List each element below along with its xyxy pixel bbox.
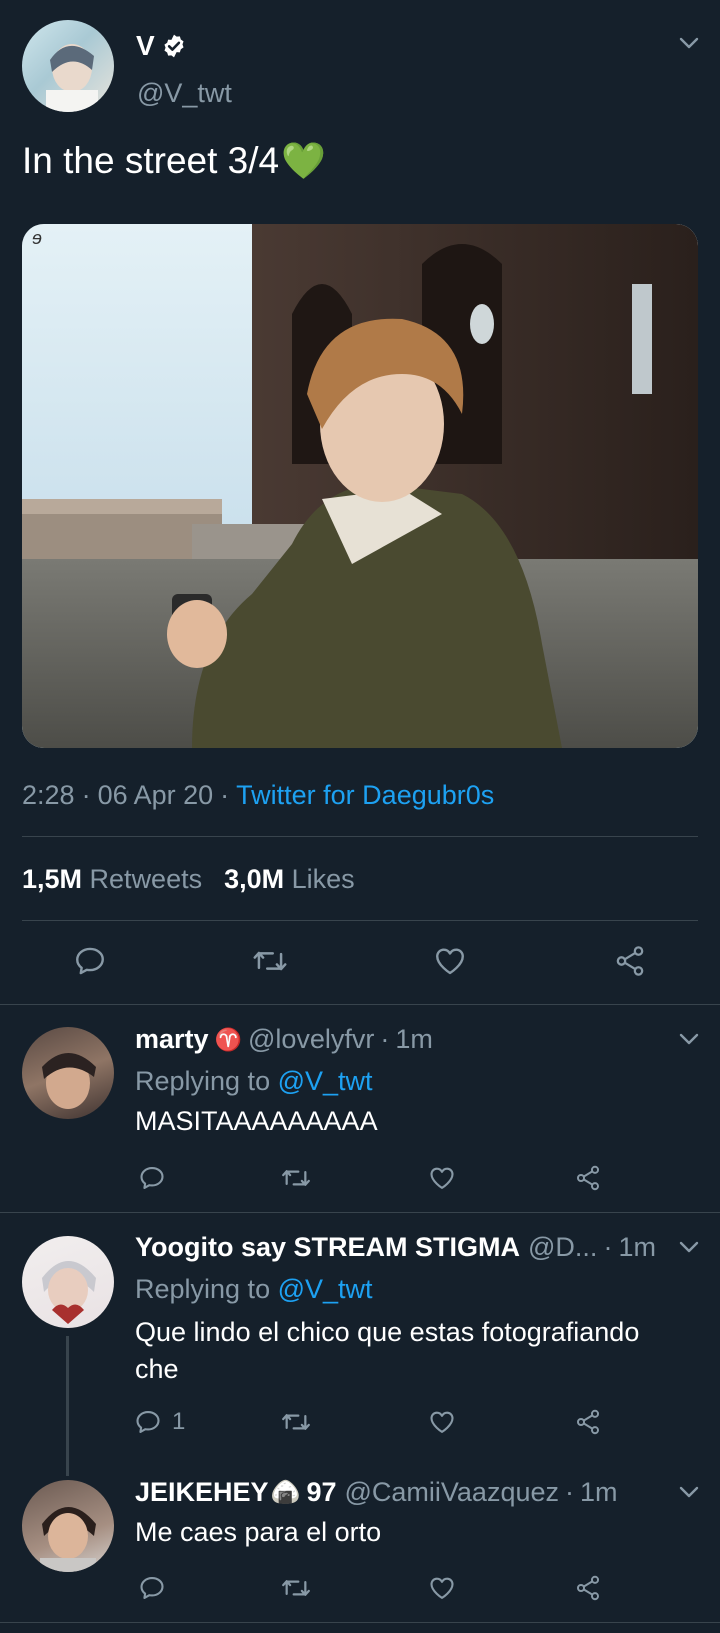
reply-author-name-suffix: 97 (306, 1477, 337, 1507)
reply-author-name[interactable]: Yoogito say STREAM STIGMA (135, 1232, 520, 1263)
tweet-source-link[interactable]: Twitter for Daegubr0s (236, 780, 494, 811)
divider (22, 836, 698, 837)
reply-text: Me caes para el orto (135, 1517, 382, 1547)
avatar[interactable] (22, 1236, 114, 1328)
reply-icon[interactable] (134, 1570, 170, 1606)
reply-button[interactable]: 1 (134, 1404, 185, 1440)
user-handle[interactable]: @V_twt (137, 78, 232, 109)
separator-dot: · (565, 1477, 574, 1507)
retweets-count: 1,5M (22, 864, 83, 894)
likes-stat[interactable]: 3,0M Likes (224, 864, 355, 895)
retweet-icon[interactable] (278, 1570, 314, 1606)
like-heart-icon[interactable] (424, 1404, 460, 1440)
rice-ball-emoji: 🍙 (270, 1479, 301, 1506)
verified-badge-icon (161, 33, 187, 59)
retweet-icon[interactable] (278, 1404, 314, 1440)
divider (0, 1212, 720, 1213)
chevron-down-icon[interactable] (678, 1032, 700, 1046)
tweet-date: 06 Apr 20 (97, 780, 214, 810)
reply-text: Que lindo el chico que estas fotografian… (135, 1314, 639, 1388)
reply-time: 1m (580, 1477, 618, 1507)
tweet-photo[interactable]: ɘ (22, 224, 698, 748)
photo-signature: ɘ (32, 228, 43, 248)
reply-time: 1m (618, 1232, 656, 1262)
reply-author-name[interactable]: JEIKEHEY (135, 1477, 269, 1508)
separator-dot: · (380, 1024, 390, 1054)
chevron-down-icon[interactable] (678, 1240, 700, 1254)
separator-dot: · (81, 780, 91, 810)
avatar[interactable] (22, 20, 114, 112)
reply-icon (134, 1408, 162, 1436)
reply-text-line: Que lindo el chico que estas fotografian… (135, 1317, 640, 1347)
likes-count: 3,0M (224, 864, 285, 894)
divider (0, 1004, 720, 1005)
likes-label: Likes (291, 864, 355, 894)
replying-to-label: Replying to (135, 1066, 271, 1096)
reply-icon[interactable] (72, 943, 108, 979)
share-icon[interactable] (570, 1570, 606, 1606)
reply-author-handle[interactable]: @D... (528, 1232, 597, 1263)
like-heart-icon[interactable] (424, 1570, 460, 1606)
reply-author-handle[interactable]: @lovelyfvr (248, 1024, 374, 1055)
retweet-icon[interactable] (252, 943, 288, 979)
share-icon[interactable] (570, 1160, 606, 1196)
reply-text: MASITAAAAAAAAA (135, 1106, 378, 1136)
aries-symbol: ♈ (214, 1026, 242, 1052)
thread-connector-line (66, 1336, 69, 1476)
replying-to-handle[interactable]: @V_twt (278, 1274, 373, 1304)
retweets-label: Retweets (89, 864, 203, 894)
chevron-down-icon[interactable] (678, 36, 700, 50)
reply-author-name[interactable]: marty (135, 1024, 209, 1055)
reply-author-handle[interactable]: @CamiiVaazquez (345, 1477, 560, 1508)
divider (0, 1622, 720, 1623)
replying-to-label: Replying to (135, 1274, 271, 1304)
divider (22, 920, 698, 921)
like-heart-icon[interactable] (424, 1160, 460, 1196)
share-icon[interactable] (612, 943, 648, 979)
replying-to-handle[interactable]: @V_twt (278, 1066, 373, 1096)
reply-text-line: che (135, 1354, 179, 1384)
retweets-stat[interactable]: 1,5M Retweets (22, 864, 202, 895)
separator-dot: · (220, 780, 230, 810)
tweet-time: 2:28 (22, 780, 75, 810)
reply-time: 1m (395, 1024, 433, 1054)
separator-dot: · (603, 1232, 613, 1262)
avatar[interactable] (22, 1480, 114, 1572)
tweet-text: In the street 3/4 (22, 140, 280, 181)
avatar[interactable] (22, 1027, 114, 1119)
chevron-down-icon[interactable] (678, 1485, 700, 1499)
share-icon[interactable] (570, 1404, 606, 1440)
green-heart-emoji: 💚 (281, 140, 326, 181)
like-heart-icon[interactable] (432, 943, 468, 979)
display-name[interactable]: V (136, 30, 155, 62)
reply-icon[interactable] (134, 1160, 170, 1196)
reply-count: 1 (172, 1408, 186, 1435)
retweet-icon[interactable] (278, 1160, 314, 1196)
